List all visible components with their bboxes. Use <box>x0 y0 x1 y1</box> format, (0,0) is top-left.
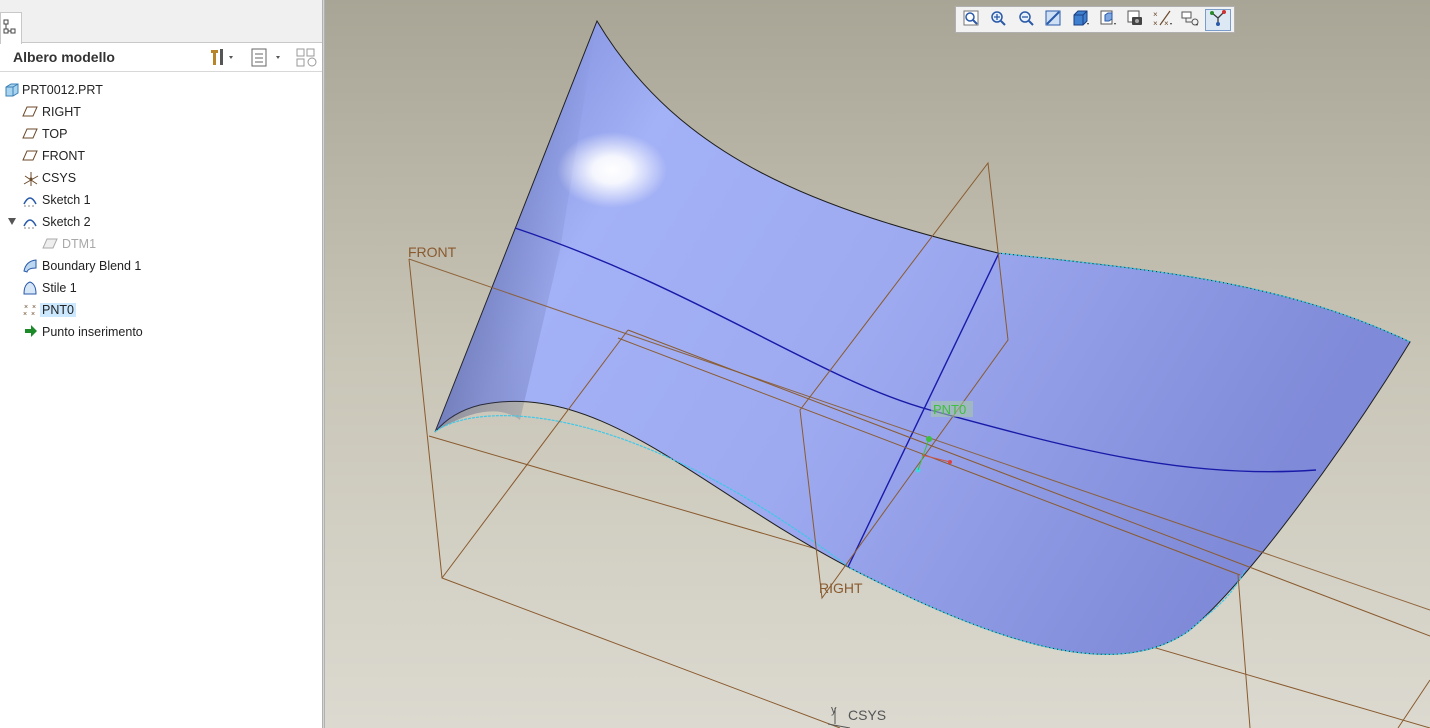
datum-plane-icon <box>22 148 38 164</box>
show-tree-filters-icon[interactable] <box>250 46 288 68</box>
label-right[interactable]: RIGHT <box>819 580 863 596</box>
datum-display-button[interactable]: × × × <box>1150 9 1176 31</box>
svg-text:×: × <box>1153 19 1158 27</box>
display-style-button[interactable] <box>1068 9 1094 31</box>
tree-item-label: TOP <box>42 127 68 141</box>
view-manager-button[interactable] <box>1122 9 1148 31</box>
tree-item-sketch-1[interactable]: Sketch 1 <box>0 190 322 212</box>
tree-item-boundary-blend-1[interactable]: Boundary Blend 1 <box>0 256 322 278</box>
view-manager-icon <box>1126 9 1144 30</box>
svg-text:×: × <box>32 304 36 311</box>
expand-arrow-icon[interactable] <box>8 218 16 225</box>
tree-item-label: Sketch 2 <box>42 215 91 229</box>
tree-item-dtm1[interactable]: DTM1 <box>0 234 322 256</box>
csys-icon <box>22 170 39 186</box>
annotation-display-icon <box>1180 9 1200 30</box>
repaint-icon <box>1044 9 1062 30</box>
svg-text:×: × <box>1153 10 1158 19</box>
tree-item-label: PNT0 <box>40 303 76 317</box>
settings-tools-icon[interactable] <box>207 46 237 68</box>
svg-text:×: × <box>1164 19 1169 27</box>
label-csys[interactable]: CSYS <box>848 707 886 723</box>
model-tree-panel: Albero modello PRT0012.PRT RIGHT TOP FRO… <box>0 0 322 728</box>
tree-item-right[interactable]: RIGHT <box>0 102 322 124</box>
refit-button[interactable] <box>958 9 984 31</box>
repaint-button[interactable] <box>1040 9 1066 31</box>
datum-plane-icon <box>22 104 38 120</box>
zoom-out-button[interactable] <box>1013 9 1039 31</box>
datum-point-icon: × × × × <box>22 302 38 318</box>
view-toolbar: × × × <box>955 6 1235 33</box>
tree-item-label: Boundary Blend 1 <box>42 259 142 273</box>
label-front[interactable]: FRONT <box>408 244 457 260</box>
tree-item-pnt0[interactable]: × × × × PNT0 <box>0 300 322 322</box>
label-csys-y: y <box>831 704 837 716</box>
model-tree-tab-icon <box>3 19 17 38</box>
tree-item-insert-here[interactable]: Punto inserimento <box>0 322 322 344</box>
tree-item-label: PRT0012.PRT <box>22 83 103 97</box>
tree-columns-icon[interactable] <box>295 46 319 68</box>
model-canvas[interactable]: FRONT RIGHT PNT0 CSYS y <box>325 0 1430 728</box>
tree-item-label: Stile 1 <box>42 281 77 295</box>
style-icon <box>22 280 38 296</box>
tree-item-sketch-2[interactable]: Sketch 2 <box>0 212 322 234</box>
tree-item-label: DTM1 <box>62 237 97 251</box>
tree-item-front[interactable]: FRONT <box>0 146 322 168</box>
zoom-in-icon <box>989 9 1007 30</box>
refit-icon <box>962 9 980 30</box>
tree-item-label: Sketch 1 <box>42 193 91 207</box>
sketch-icon <box>22 192 38 208</box>
part-icon <box>4 82 20 98</box>
tree-item-part[interactable]: PRT0012.PRT <box>0 80 322 102</box>
zoom-in-button[interactable] <box>985 9 1011 31</box>
svg-text:×: × <box>23 311 27 318</box>
label-pnt0[interactable]: PNT0 <box>933 402 966 417</box>
tree-item-top[interactable]: TOP <box>0 124 322 146</box>
specular-highlight <box>557 132 667 208</box>
spin-center-button[interactable] <box>1204 8 1231 31</box>
svg-text:×: × <box>31 311 35 318</box>
graphics-viewport[interactable]: FRONT RIGHT PNT0 CSYS y × × × <box>325 0 1430 728</box>
saved-views-icon <box>1098 9 1118 30</box>
tree-item-stile-1[interactable]: Stile 1 <box>0 278 322 300</box>
insert-arrow-icon <box>24 324 40 340</box>
tree-item-label: Punto inserimento <box>42 325 143 339</box>
tree-item-label: RIGHT <box>42 105 81 119</box>
spin-center-icon <box>1209 9 1227 30</box>
display-style-icon <box>1071 9 1091 30</box>
datum-plane-icon <box>42 236 58 252</box>
tree-item-csys[interactable]: CSYS <box>0 168 322 190</box>
tree-item-label: CSYS <box>42 171 77 185</box>
datum-plane-icon <box>22 126 38 142</box>
model-tree-tab[interactable] <box>0 12 22 44</box>
model-tree-title: Albero modello <box>13 49 115 65</box>
model-tree-header: Albero modello <box>0 43 322 72</box>
sketch-icon <box>22 214 38 230</box>
datum-display-icon: × × × <box>1152 9 1174 30</box>
boundary-blend-icon <box>22 258 38 274</box>
saved-views-button[interactable] <box>1095 9 1121 31</box>
navigator-tabstrip <box>0 0 322 44</box>
annotation-display-button[interactable] <box>1177 9 1203 31</box>
tree-item-label: FRONT <box>42 149 86 163</box>
svg-text:×: × <box>24 304 28 311</box>
zoom-out-icon <box>1017 9 1035 30</box>
